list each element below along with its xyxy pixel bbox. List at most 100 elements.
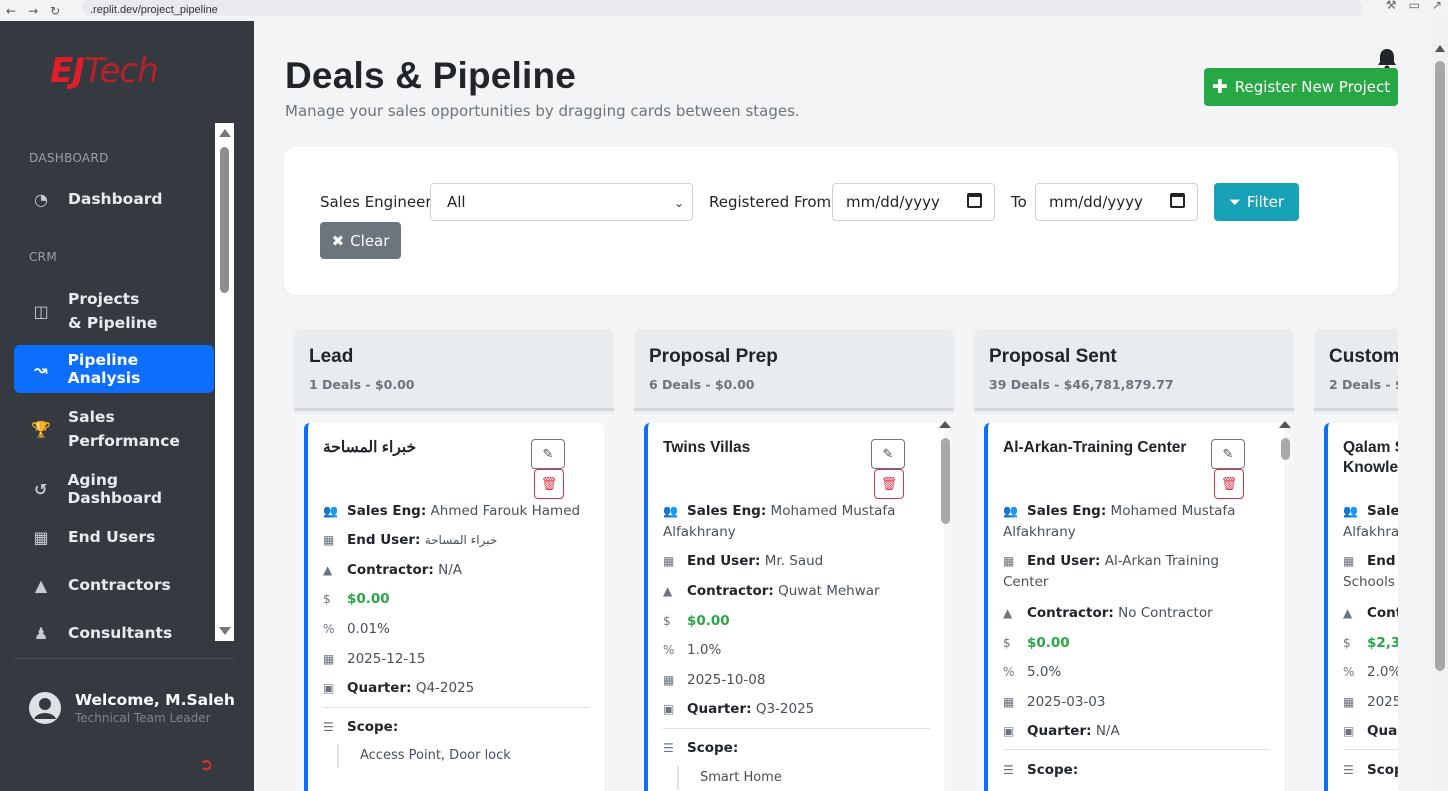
registered-to-input[interactable]: mm/dd/yyyy xyxy=(1035,183,1198,221)
end-user-value: خبراء المساحة xyxy=(424,533,498,547)
contractor-row: ▲ Contractor: N/A xyxy=(323,560,588,581)
register-label: Register New Project xyxy=(1234,78,1391,96)
calendar-icon: ▦ xyxy=(1003,695,1015,709)
register-project-button[interactable]: ✚ Register New Project xyxy=(1204,68,1398,106)
scroll-thumb[interactable] xyxy=(1281,438,1290,460)
column-title: Custom xyxy=(1329,346,1398,367)
date-row: ▦ 2025-10-08 xyxy=(663,670,928,691)
sales-engineer-value: All xyxy=(447,193,466,211)
dollar-icon: $ xyxy=(1343,636,1351,650)
filter-button[interactable]: ⏷ Filter xyxy=(1214,183,1299,221)
delete-button[interactable]: 🗑 xyxy=(534,469,564,499)
scroll-up-icon[interactable] xyxy=(1279,421,1291,428)
hard-hat-icon: ▲ xyxy=(34,575,48,595)
column-body: Al-Arkan-Training Center ✎ 🗑 👥 Sales Eng:… xyxy=(974,414,1294,791)
building-icon: ▦ xyxy=(663,554,675,568)
sidebar-item-sales-performance[interactable]: 🏆 Sales Performance xyxy=(14,405,214,453)
devices-icon[interactable]: ▭ xyxy=(1409,0,1420,12)
calendar-icon[interactable] xyxy=(1170,193,1185,208)
sales-eng-value: Mohamed Mustafa xyxy=(1110,503,1236,519)
end-user-value-cont: Schools xyxy=(1343,574,1395,590)
delete-button[interactable]: 🗑 xyxy=(1214,469,1244,499)
scroll-thumb[interactable] xyxy=(941,438,950,524)
divider xyxy=(1343,749,1398,750)
deal-card[interactable]: Twins Villas ✎ 🗑 👥 Sales Eng: Mohamed Mus… xyxy=(644,423,944,791)
end-user-row: ▦ End U Schools xyxy=(1343,551,1398,593)
scroll-up-icon[interactable] xyxy=(1435,45,1445,52)
to-label: To xyxy=(1011,193,1027,211)
contractor-row: ▲ Contractor: Quwat Mehwar xyxy=(663,581,928,602)
scroll-thumb[interactable] xyxy=(220,147,229,293)
contractor-row: ▲ Contractor: No Contractor xyxy=(1003,603,1268,624)
trash-icon: 🗑 xyxy=(880,476,898,492)
amount-row: $ $0.00 xyxy=(663,611,928,632)
percent-icon: % xyxy=(1343,665,1355,679)
percent-icon: % xyxy=(323,622,335,636)
end-user-row: ▦ End User: Mr. Saud xyxy=(663,551,928,572)
sidebar-scrollbar[interactable] xyxy=(215,123,234,641)
scope-row: ☰ Scope: xyxy=(663,738,928,759)
open-external-icon[interactable]: ↗ xyxy=(1432,0,1442,12)
scroll-down-icon[interactable] xyxy=(219,627,231,635)
field-label: Sales Eng: xyxy=(347,503,427,519)
column-body: خبراء المساحة ✎ 🗑 👥 Sales Eng: Ahmed Faro… xyxy=(294,414,614,791)
column-header: Lead 1 Deals - $0.00 xyxy=(294,329,614,411)
edit-button[interactable]: ✎ xyxy=(871,439,905,469)
field-label: Scop xyxy=(1367,762,1398,778)
chart-line-icon: ↝ xyxy=(34,359,48,379)
tools-icon[interactable]: ⚒ xyxy=(1386,0,1397,12)
sales-engineer-select[interactable]: All ⌄ xyxy=(430,183,693,221)
sidebar-item-dashboard[interactable]: ◔ Dashboard xyxy=(14,185,214,213)
registered-from-input[interactable]: mm/dd/yyyy xyxy=(832,183,995,221)
date-row: ▦ 2025-03-03 xyxy=(1003,692,1268,713)
amount-row: $ $2,31 xyxy=(1343,633,1398,654)
date-value: 2025 xyxy=(1367,694,1398,710)
delete-button[interactable]: 🗑 xyxy=(874,469,904,499)
amount-row: $ $0.00 xyxy=(1003,633,1268,654)
edit-button[interactable]: ✎ xyxy=(1211,439,1245,469)
deal-title-line: Knowled xyxy=(1343,459,1398,476)
column-title: Proposal Prep xyxy=(649,346,778,367)
forward-arrow-icon[interactable]: → xyxy=(28,4,38,18)
scroll-up-icon[interactable] xyxy=(939,421,951,428)
deal-card[interactable]: Qalam S Knowled 👥 Sales Alfakhran ▦ End U Sch… xyxy=(1324,423,1398,791)
field-label: Sales Eng: xyxy=(687,503,767,519)
edit-icon: ✎ xyxy=(882,446,894,462)
field-label: Quarter: xyxy=(1027,723,1092,739)
sidebar-item-end-users[interactable]: ▦ End Users xyxy=(14,523,214,551)
sidebar-nav: DASHBOARD ◔ Dashboard CRM ◫ Projects & P… xyxy=(0,125,234,641)
logout-icon[interactable]: ➲ xyxy=(199,755,213,775)
sidebar-item-label: Projects & Pipeline xyxy=(68,290,158,332)
sidebar-item-aging-dashboard[interactable]: ↺ Aging Dashboard xyxy=(14,471,214,507)
clear-button[interactable]: ✖ Clear xyxy=(320,222,401,259)
divider xyxy=(1003,749,1270,750)
sidebar-item-projects-pipeline[interactable]: ◫ Projects & Pipeline xyxy=(14,287,214,335)
end-user-row: ▦ End User: Al-Arkan Training Center xyxy=(1003,551,1268,593)
edit-button[interactable]: ✎ xyxy=(531,439,565,469)
column-meta: 2 Deals - $ xyxy=(1329,377,1398,392)
back-arrow-icon[interactable]: ← xyxy=(6,4,16,18)
field-label: Scope: xyxy=(687,740,739,756)
sidebar-item-consultants[interactable]: ♟ Consultants xyxy=(14,619,214,642)
pipeline-board: Lead 1 Deals - $0.00 خبراء المساحة ✎ 🗑 👥… xyxy=(294,329,1398,791)
pipeline-column-custom: Custom 2 Deals - $ Qalam S Knowled 👥 Sales… xyxy=(1314,329,1398,791)
field-label: Contractor: xyxy=(687,583,774,599)
reload-icon[interactable]: ↻ xyxy=(50,4,60,18)
scroll-thumb[interactable] xyxy=(1435,61,1445,671)
address-bar[interactable]: .replit.dev/project_pipeline xyxy=(82,0,1362,16)
close-icon: ✖ xyxy=(331,231,345,250)
page-scrollbar[interactable] xyxy=(1432,21,1448,791)
deal-card[interactable]: Al-Arkan-Training Center ✎ 🗑 👥 Sales Eng:… xyxy=(984,423,1284,791)
section-dashboard: DASHBOARD xyxy=(29,151,109,165)
column-scrollbar[interactable] xyxy=(938,418,952,791)
column-scrollbar[interactable] xyxy=(1278,418,1292,791)
calendar-icon[interactable] xyxy=(967,193,982,208)
brand-logo[interactable]: EJTech xyxy=(50,51,159,91)
deal-card[interactable]: خبراء المساحة ✎ 🗑 👥 Sales Eng: Ahmed Faro… xyxy=(304,423,604,791)
field-label: Sales Eng: xyxy=(1027,503,1107,519)
deal-title: Qalam S Knowled xyxy=(1343,438,1398,478)
sidebar-item-pipeline-analysis[interactable]: ↝ Pipeline Analysis xyxy=(14,345,214,393)
scroll-up-icon[interactable] xyxy=(219,129,231,137)
column-meta: 1 Deals - $0.00 xyxy=(309,377,415,392)
sidebar-item-contractors[interactable]: ▲ Contractors xyxy=(14,571,214,599)
